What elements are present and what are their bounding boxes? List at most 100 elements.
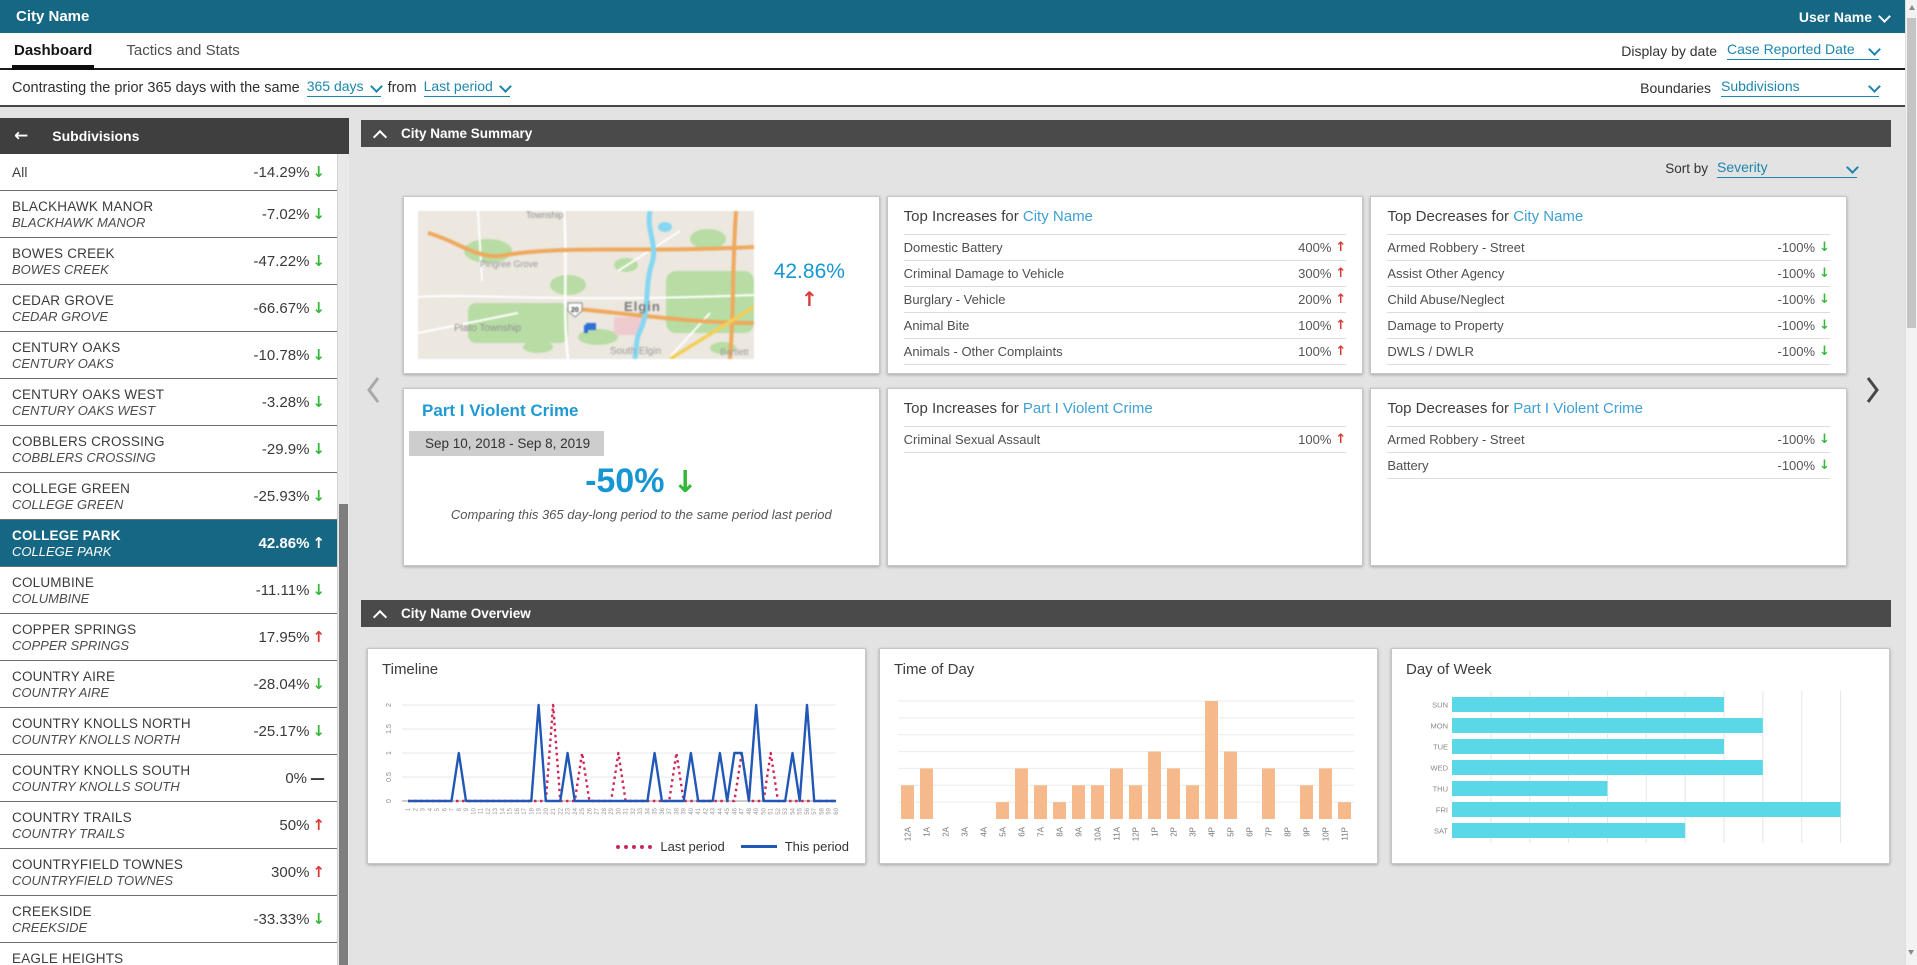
main-content: City Name Summary Sort by Severity (349, 107, 1905, 965)
crime-stat-row: Battery-100%↓ (1387, 453, 1830, 479)
tab-dashboard[interactable]: Dashboard (12, 33, 94, 68)
svg-text:12A: 12A (904, 826, 913, 841)
subdivision-subtitle: CREEKSIDE (12, 920, 92, 935)
crime-type: Assist Other Agency (1387, 266, 1504, 281)
subdivision-row[interactable]: All-14.29%↓ (0, 154, 337, 191)
tab-tactics-and-stats[interactable]: Tactics and Stats (124, 33, 241, 68)
crime-percent: 100%↑ (1298, 432, 1346, 447)
back-arrow-icon[interactable]: ← (14, 126, 28, 146)
prev-icon[interactable] (365, 375, 381, 405)
svg-text:12P: 12P (1132, 827, 1141, 841)
subdivision-row[interactable]: COLLEGE GREENCOLLEGE GREEN-25.93%↓ (0, 473, 337, 520)
subdivision-row[interactable]: BOWES CREEKBOWES CREEK-47.22%↓ (0, 238, 337, 285)
subdivision-name: COPPER SPRINGS (12, 622, 136, 637)
subdivision-subtitle: BLACKHAWK MANOR (12, 215, 153, 230)
crime-percent: 100%↑ (1298, 318, 1346, 333)
svg-text:59: 59 (827, 807, 833, 814)
svg-text:2A: 2A (942, 826, 951, 836)
user-name: User Name (1799, 9, 1872, 25)
subdivision-percent: -33.33%↓ (254, 910, 325, 928)
crime-stat-row: Burglary - Vehicle200%↑ (904, 287, 1347, 313)
trend-up-icon: ↑ (312, 628, 325, 646)
page-scrollbar-thumb[interactable] (1907, 18, 1916, 328)
svg-text:11: 11 (479, 807, 485, 814)
crime-type: Armed Robbery - Street (1387, 240, 1524, 255)
map-label: Bartlett (720, 347, 749, 357)
trend-up-icon: ↑ (1335, 240, 1346, 255)
part1-violent-crime-link[interactable]: Part I Violent Crime (1023, 400, 1153, 417)
subdivision-row[interactable]: BLACKHAWK MANORBLACKHAWK MANOR-7.02%↓ (0, 191, 337, 238)
boundaries-select[interactable]: Subdivisions (1721, 78, 1879, 97)
svg-text:2: 2 (413, 807, 419, 811)
part1-violent-crime-link[interactable]: Part I Violent Crime (1513, 400, 1643, 417)
subdivision-percent: 50%↑ (279, 816, 325, 834)
svg-text:10: 10 (471, 807, 477, 814)
days-select[interactable]: 365 days (307, 78, 381, 97)
page-scrollbar[interactable] (1905, 0, 1917, 965)
user-menu[interactable]: User Name (1799, 9, 1889, 25)
subdivision-name: COBBLERS CROSSING (12, 434, 165, 449)
crime-type: Battery (1387, 458, 1428, 473)
subdivision-row[interactable]: COLLEGE PARKCOLLEGE PARK42.86%↑ (0, 520, 337, 567)
top-decreases-city-card: Top Decreases for City Name Armed Robber… (1370, 196, 1847, 374)
time-of-day-chart: 12A1A2A3A4A5A6A7A8A9A10A11A12P1P2P3P4P5P… (890, 683, 1362, 855)
subdivision-percent: -29.9%↓ (262, 440, 325, 458)
crime-stat-row: Domestic Battery400%↑ (904, 235, 1347, 261)
subdivision-row[interactable]: CEDAR GROVECEDAR GROVE-66.67%↓ (0, 285, 337, 332)
scroll-down-icon[interactable] (1908, 950, 1914, 955)
crime-stat-row: Criminal Damage to Vehicle300%↑ (904, 261, 1347, 287)
crime-percent: 100%↑ (1298, 344, 1346, 359)
subdivision-row[interactable]: COUNTRY KNOLLS NORTHCOUNTRY KNOLLS NORTH… (0, 708, 337, 755)
summary-section-header[interactable]: City Name Summary (361, 120, 1891, 147)
timeline-card: Timeline 00.511.521234567891011121314151… (367, 648, 866, 864)
subdivision-percent: 0%— (285, 769, 325, 787)
trend-down-icon: ↓ (312, 163, 325, 181)
svg-text:TUE: TUE (1433, 743, 1448, 752)
trend-down-icon: ↓ (312, 487, 325, 505)
overview-section-header[interactable]: City Name Overview (361, 600, 1891, 627)
svg-text:34: 34 (645, 807, 651, 814)
svg-text:14: 14 (500, 807, 506, 814)
subdivision-row[interactable]: COUNTRYFIELD TOWNESCOUNTRYFIELD TOWNES30… (0, 849, 337, 896)
subdivision-subtitle: COBBLERS CROSSING (12, 450, 165, 465)
collapse-icon (373, 609, 387, 623)
period-select[interactable]: Last period (424, 78, 510, 97)
part1-percent-change: -50% (585, 462, 664, 500)
crime-percent: 200%↑ (1298, 292, 1346, 307)
subdivision-subtitle: COLLEGE PARK (12, 544, 121, 559)
svg-text:54: 54 (790, 807, 796, 814)
svg-text:57: 57 (812, 807, 818, 814)
crime-percent: -100%↓ (1778, 344, 1830, 359)
subdivision-row[interactable]: COUNTRY AIRECOUNTRY AIRE-28.04%↓ (0, 661, 337, 708)
svg-text:THU: THU (1433, 785, 1448, 794)
scroll-up-icon[interactable] (1909, 5, 1915, 10)
subdivision-percent: 17.95%↑ (259, 628, 325, 646)
subdivision-row[interactable]: COLUMBINECOLUMBINE-11.11%↓ (0, 567, 337, 614)
subdivision-row[interactable]: COUNTRY TRAILSCOUNTRY TRAILS50%↑ (0, 802, 337, 849)
display-by-date-select[interactable]: Case Reported Date (1727, 41, 1879, 60)
subdivision-text: CENTURY OAKSCENTURY OAKS (12, 340, 120, 371)
subdivision-text: EAGLE HEIGHTSEAGLE HEIGHTS (12, 951, 123, 965)
subdivision-row[interactable]: CENTURY OAKS WESTCENTURY OAKS WEST-3.28%… (0, 379, 337, 426)
next-icon[interactable] (1865, 375, 1881, 405)
subdivision-row[interactable]: COUNTRY KNOLLS SOUTHCOUNTRY KNOLLS SOUTH… (0, 755, 337, 802)
svg-text:5: 5 (435, 807, 441, 811)
card-title-prefix: Top Decreases for (1387, 400, 1509, 417)
city-map[interactable]: 20 Township Pingree Grove Plato Township… (418, 211, 754, 359)
trend-down-icon: ↓ (1819, 344, 1830, 359)
sort-by-select[interactable]: Severity (1717, 159, 1857, 178)
sidebar-scrollbar[interactable] (337, 154, 349, 965)
subdivision-row[interactable]: CREEKSIDECREEKSIDE-33.33%↓ (0, 896, 337, 943)
subdivision-percent: -10.78%↓ (254, 346, 325, 364)
crime-percent: -100%↓ (1778, 240, 1830, 255)
svg-text:50: 50 (761, 807, 767, 814)
part1-violent-crime-link[interactable]: Part I Violent Crime (422, 401, 861, 421)
svg-text:35: 35 (653, 807, 659, 814)
city-name-link[interactable]: City Name (1023, 208, 1093, 225)
subdivision-row[interactable]: EAGLE HEIGHTSEAGLE HEIGHTS (0, 943, 337, 965)
subdivision-row[interactable]: COPPER SPRINGSCOPPER SPRINGS17.95%↑ (0, 614, 337, 661)
city-name-link[interactable]: City Name (1513, 208, 1583, 225)
sidebar-scrollbar-thumb[interactable] (339, 504, 348, 965)
subdivision-row[interactable]: COBBLERS CROSSINGCOBBLERS CROSSING -29.9%… (0, 426, 337, 473)
subdivision-row[interactable]: CENTURY OAKSCENTURY OAKS -10.78%↓ (0, 332, 337, 379)
